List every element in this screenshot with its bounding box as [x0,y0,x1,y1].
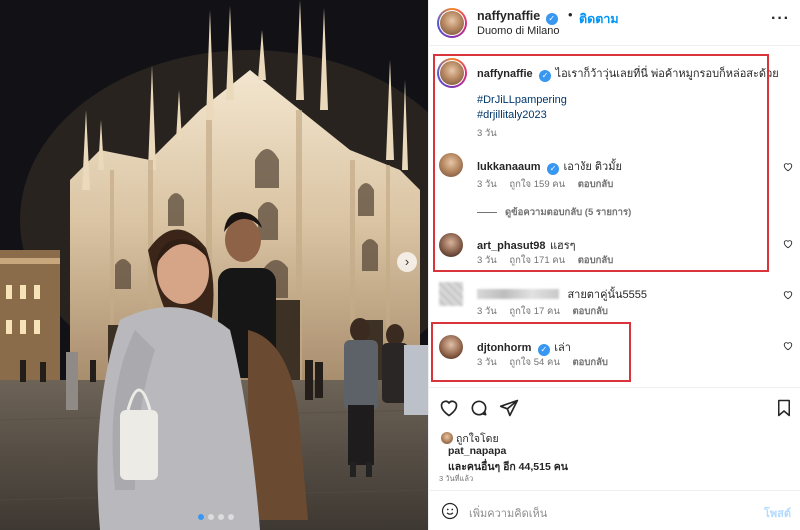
comment-text: สายตาคู่นั้น5555 [567,289,647,301]
post-detail-panel: naffynaffie ✓ • ติดตาม Duomo di Milano ·… [428,0,800,530]
carousel-dot [198,514,204,520]
liked-by-avatar[interactable] [441,432,453,444]
heart-icon[interactable] [783,290,793,300]
highlight-box [433,54,769,272]
location-link[interactable]: Duomo di Milano [477,25,560,37]
share-paper-plane-icon[interactable] [499,398,519,418]
comment-input[interactable]: เพิ่มความคิดเห็น [469,504,547,522]
comment-bubble-icon[interactable] [469,398,489,418]
comment-meta: 3 วัน ถูกใจ 17 คน ตอบกลับ [477,304,618,319]
post-comment-button[interactable]: โพสต์ [764,504,791,522]
heart-icon[interactable] [783,239,793,249]
author-username[interactable]: naffynaffie [477,9,540,23]
bookmark-icon[interactable] [775,398,793,418]
highlight-box [431,322,631,382]
post-header: naffynaffie ✓ • ติดตาม Duomo di Milano ·… [429,0,800,46]
emoji-icon[interactable] [441,502,459,520]
liked-by-username[interactable]: pat_napapa [448,445,506,457]
commenter-username-blurred[interactable] [477,289,559,299]
comment-composer: เพิ่มความคิดเห็น โพสต์ [429,490,800,530]
follow-button[interactable]: ติดตาม [579,9,619,29]
post-photo[interactable]: › [0,0,428,530]
post-timestamp: 3 วันที่แล้ว [439,474,474,483]
verified-badge-icon: ✓ [545,13,558,25]
reply-button[interactable]: ตอบกลับ [572,306,608,317]
heart-icon[interactable] [783,162,793,172]
header-separator: • [568,7,573,22]
comment-likes[interactable]: ถูกใจ 17 คน [509,306,559,317]
like-heart-icon[interactable] [439,398,459,418]
heart-icon[interactable] [783,341,793,351]
more-horizontal-icon[interactable]: ··· [771,10,790,28]
carousel-dot [228,514,234,520]
caption-avatar[interactable] [440,61,464,85]
comment-time: 3 วัน [477,306,497,317]
next-slide-button[interactable]: › [397,252,417,272]
comment-line: สายตาคู่นั้น5555 [477,285,647,303]
author-username-row[interactable]: naffynaffie ✓ [477,9,558,25]
action-bar [429,387,800,427]
duomo-photo-illustration [0,0,428,530]
carousel-dot [208,514,214,520]
avatar[interactable] [440,11,464,35]
carousel-dot [218,514,224,520]
commenter-avatar-blurred[interactable] [439,282,463,306]
carousel-indicator [198,514,234,520]
